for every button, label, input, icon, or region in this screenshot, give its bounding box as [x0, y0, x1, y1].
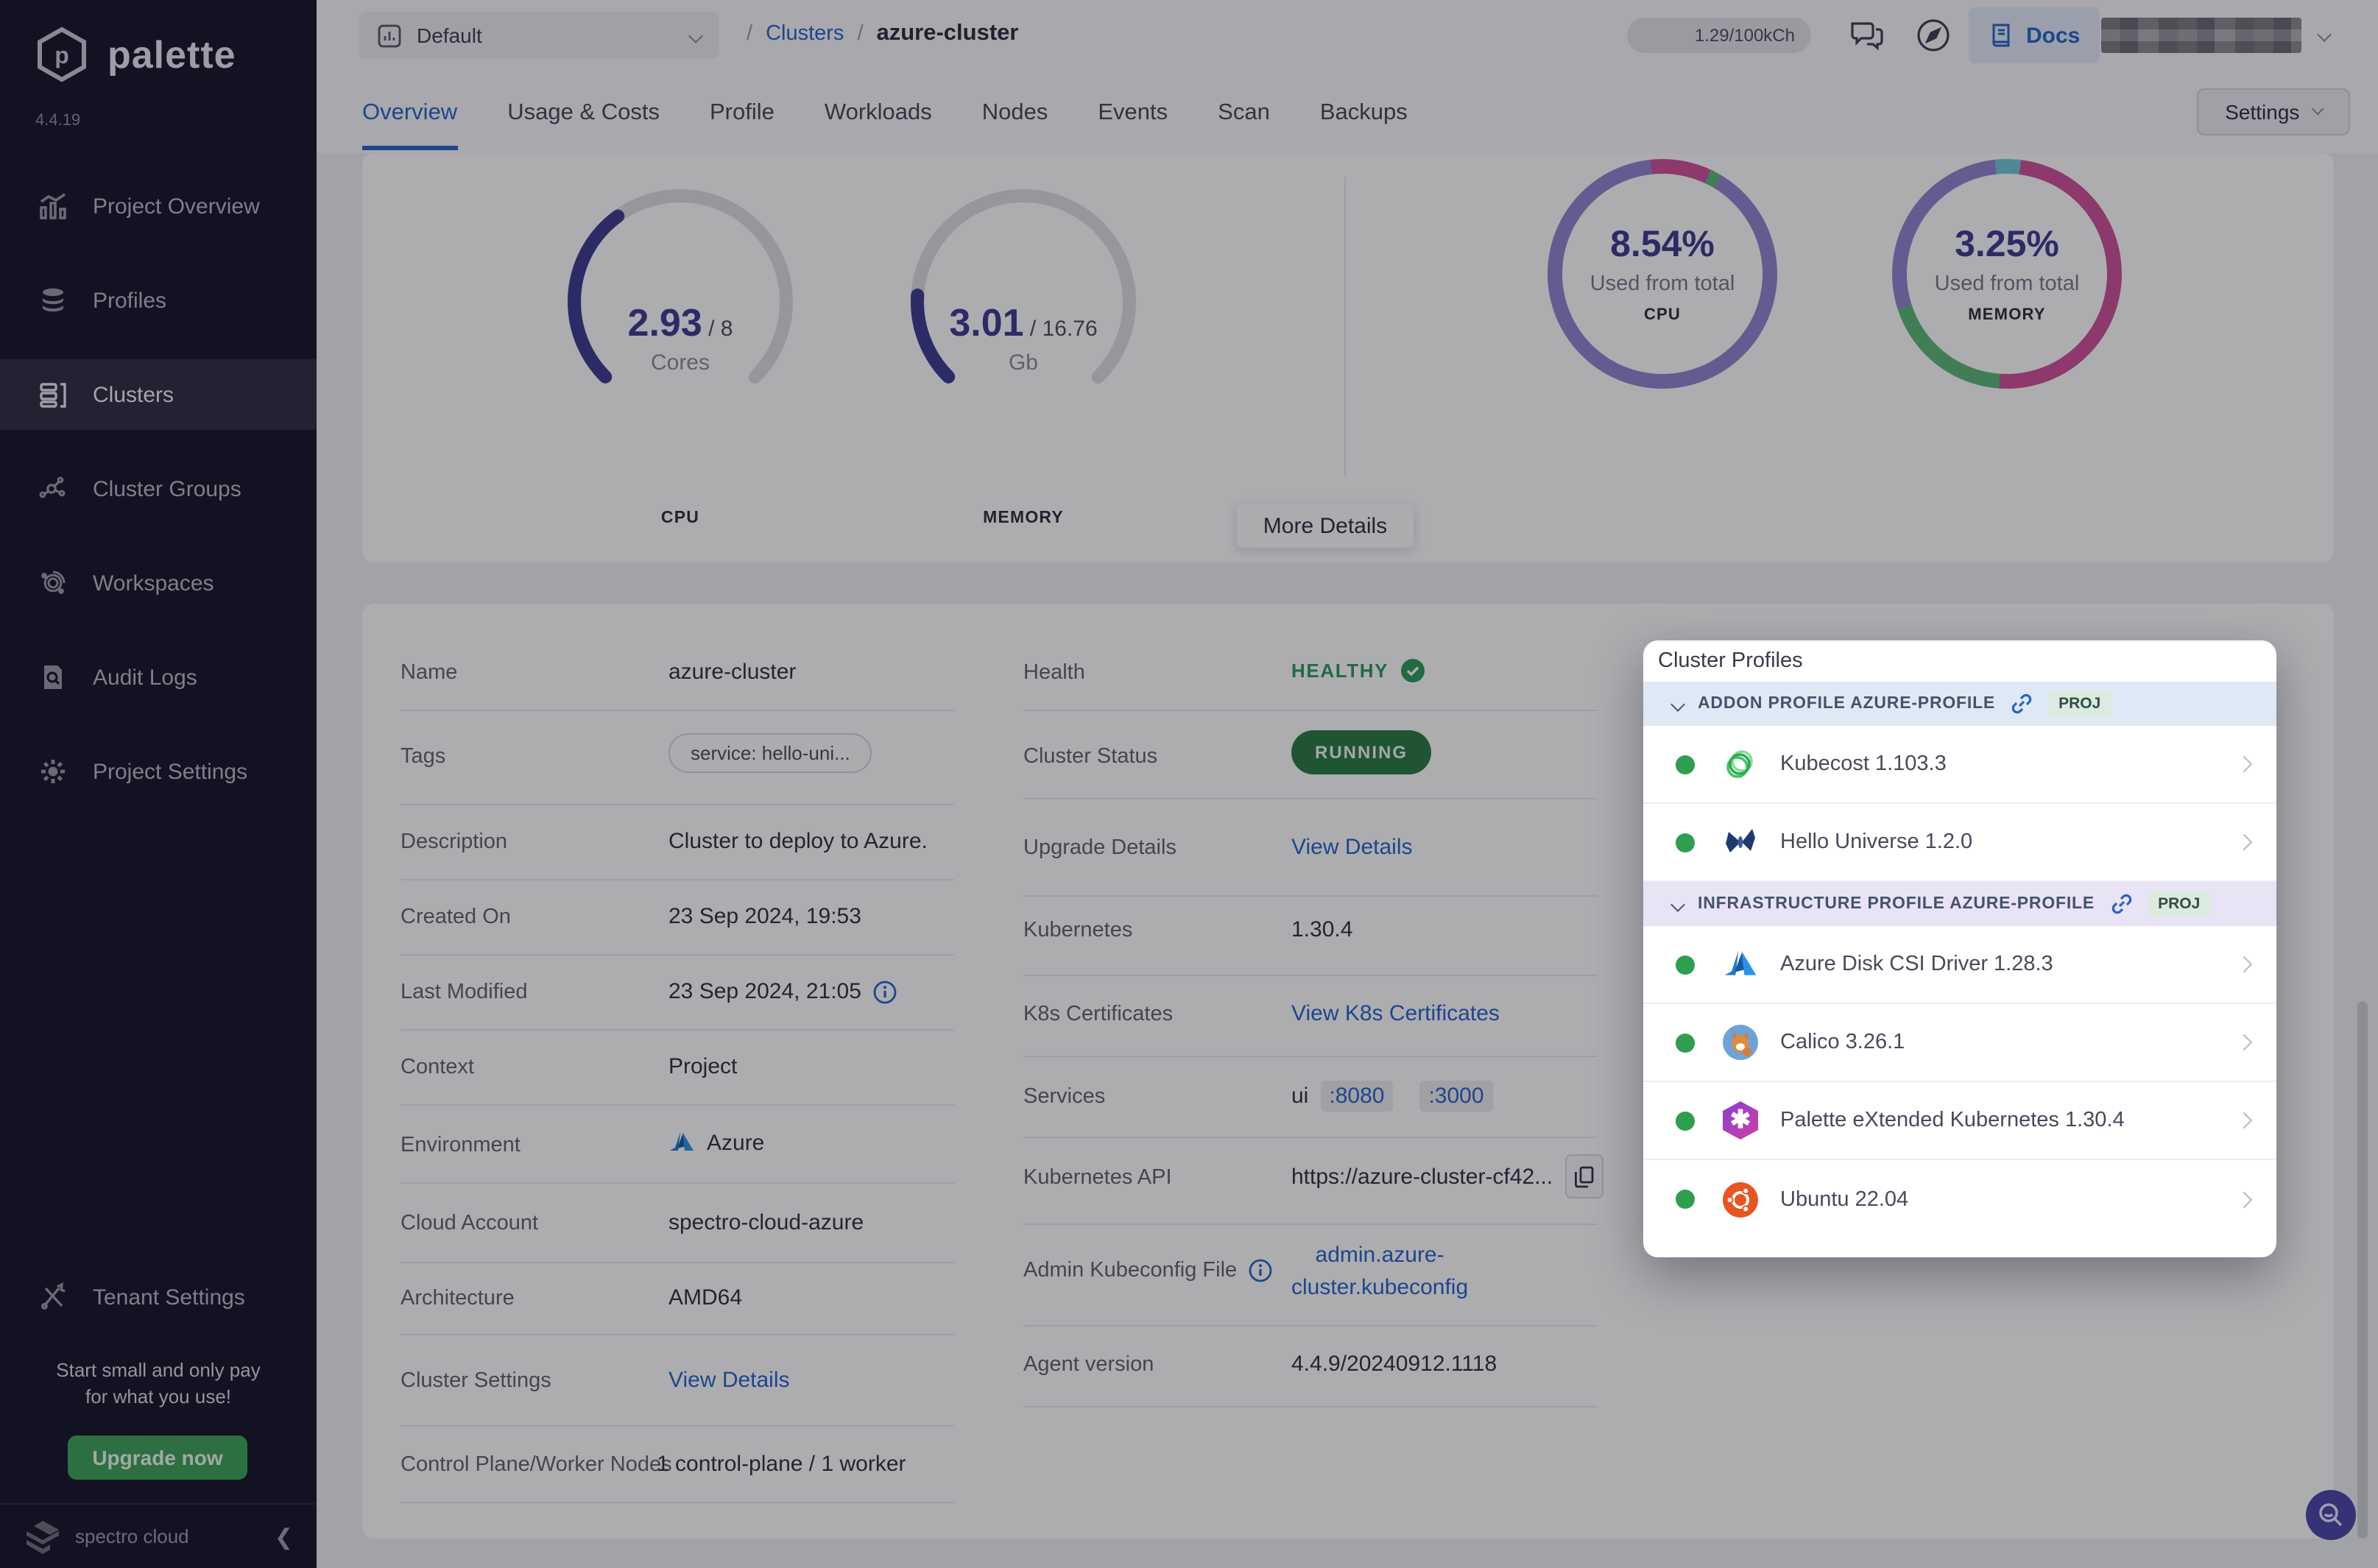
chevron-down-icon [1670, 897, 1685, 911]
status-dot-green [1676, 833, 1695, 852]
profile-pack-row-ubuntu[interactable]: Ubuntu 22.04 [1643, 1160, 2276, 1238]
addon-profile-header[interactable]: ADDON PROFILE AZURE-PROFILE PROJ [1643, 682, 2276, 726]
pack-name: Azure Disk CSI Driver 1.28.3 [1780, 953, 2053, 976]
app-window: p palette 4.4.19 Project Overview Profil… [0, 0, 2378, 1568]
hello-universe-logo-icon [1721, 823, 1760, 861]
chevron-right-icon [2236, 834, 2253, 851]
status-dot-green [1676, 1190, 1695, 1209]
addon-profile-name: ADDON PROFILE AZURE-PROFILE [1698, 695, 1995, 713]
popup-title: Cluster Profiles [1643, 640, 2276, 682]
proj-badge: PROJ [2148, 891, 2210, 917]
azure-disk-logo-icon [1721, 945, 1760, 983]
link-icon [2010, 692, 2033, 716]
profile-pack-row-kubecost[interactable]: Kubecost 1.103.3 [1643, 726, 2276, 804]
palette-kubernetes-logo-icon: ✱ [1721, 1101, 1760, 1140]
status-dot-green [1676, 755, 1695, 774]
chevron-right-icon [2236, 1191, 2253, 1208]
infrastructure-profile-header[interactable]: INFRASTRUCTURE PROFILE AZURE-PROFILE PRO… [1643, 882, 2276, 926]
status-dot-green [1676, 955, 1695, 974]
profile-pack-row-pxk[interactable]: ✱ Palette eXtended Kubernetes 1.30.4 [1643, 1082, 2276, 1160]
profile-pack-row-azure-disk[interactable]: Azure Disk CSI Driver 1.28.3 [1643, 926, 2276, 1004]
profile-pack-row-calico[interactable]: Calico 3.26.1 [1643, 1004, 2276, 1082]
link-icon [2109, 892, 2133, 916]
page-scrollbar-thumb[interactable] [2357, 1001, 2368, 1539]
chevron-right-icon [2236, 1112, 2253, 1129]
pack-name: Kubecost 1.103.3 [1780, 752, 1947, 776]
chevron-down-icon [1670, 696, 1685, 711]
pack-name: Hello Universe 1.2.0 [1780, 830, 1972, 854]
infrastructure-profile-name: INFRASTRUCTURE PROFILE AZURE-PROFILE [1698, 895, 2095, 913]
chevron-right-icon [2236, 756, 2253, 773]
pack-name: Ubuntu 22.04 [1780, 1187, 1908, 1211]
profile-pack-row-hello-universe[interactable]: Hello Universe 1.2.0 [1643, 804, 2276, 882]
ubuntu-logo-icon [1721, 1180, 1760, 1218]
proj-badge: PROJ [2048, 691, 2111, 717]
status-dot-green [1676, 1033, 1695, 1052]
pack-name: Calico 3.26.1 [1780, 1031, 1905, 1054]
cluster-profiles-popup: Cluster Profiles ADDON PROFILE AZURE-PRO… [1643, 640, 2276, 1257]
calico-logo-icon [1721, 1023, 1760, 1062]
status-dot-green [1676, 1111, 1695, 1130]
chevron-right-icon [2236, 956, 2253, 973]
chevron-right-icon [2236, 1034, 2253, 1051]
kubecost-logo-icon [1721, 745, 1760, 783]
pack-name: Palette eXtended Kubernetes 1.30.4 [1780, 1109, 2125, 1132]
